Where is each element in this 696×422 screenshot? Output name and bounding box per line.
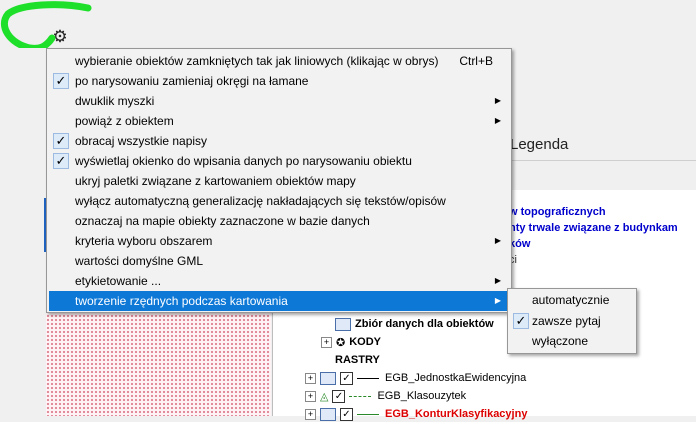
menu-item-rotate-labels[interactable]: ✓ obracaj wszystkie napisy (49, 131, 509, 151)
check-icon (53, 113, 69, 129)
submenu-arrow-icon: ▶ (494, 276, 501, 285)
check-icon (513, 292, 529, 308)
submenu-arrow-icon: ▶ (494, 116, 501, 125)
tab-header: Legenda (500, 130, 696, 161)
layer-text: w topograficznych (509, 206, 606, 218)
check-icon (53, 273, 69, 289)
expand-icon[interactable]: + (305, 372, 316, 384)
expand-icon[interactable]: + (321, 336, 332, 348)
check-icon (53, 233, 69, 249)
tab-legenda[interactable]: Legenda (510, 136, 568, 153)
check-icon (53, 93, 69, 109)
menu-item-closed-as-linear[interactable]: wybieranie obiektów zamkniętych tak jak … (49, 51, 509, 71)
code-icon: ✪ (336, 336, 346, 349)
submenu-arrow-icon: ▶ (494, 96, 501, 105)
check-icon (53, 253, 69, 269)
menu-item-circles-to-polylines[interactable]: ✓ po narysowaniu zamieniaj okręgi na łam… (49, 71, 509, 91)
menu-item-elevation-creation[interactable]: tworzenie rzędnych podczas kartowania ▶ (49, 291, 509, 311)
tree-row[interactable]: Zbiór danych dla obiektów (335, 316, 494, 332)
check-icon (513, 333, 529, 349)
shortcut-label: Ctrl+B (459, 54, 493, 68)
check-icon (53, 193, 69, 209)
expand-icon[interactable]: + (305, 390, 316, 402)
elevation-submenu: automatycznie ✓ zawsze pytaj wyłączone (507, 288, 637, 354)
menu-item-double-click[interactable]: dwuklik myszki ▶ (49, 91, 509, 111)
layer-text: ków (509, 238, 531, 250)
layer-checkbox[interactable]: ✓ (332, 389, 346, 403)
context-menu: wybieranie obiektów zamkniętych tak jak … (46, 48, 512, 313)
submenu-arrow-icon: ▶ (494, 236, 501, 245)
layer-icon (320, 371, 336, 385)
check-icon (53, 293, 69, 309)
menu-item-area-criteria[interactable]: kryteria wyboru obszarem ▶ (49, 231, 509, 251)
layer-checkbox[interactable]: ✓ (340, 407, 353, 421)
submenu-item-always-ask[interactable]: ✓ zawsze pytaj (510, 311, 634, 331)
tree-row[interactable]: + ✪ KODY (321, 334, 381, 350)
menu-item-labeling[interactable]: etykietowanie ... ▶ (49, 271, 509, 291)
line-symbol (357, 413, 379, 415)
menu-item-link-object[interactable]: powiąż z obiektem ▶ (49, 111, 509, 131)
menu-item-hide-palettes[interactable]: ukryj paletki związane z kartowaniem obi… (49, 171, 509, 191)
check-icon: ✓ (53, 153, 69, 169)
toolbar: ⚙ (0, 0, 696, 48)
layer-text: nty trwale związane z budynkam (509, 222, 678, 234)
line-symbol (357, 377, 379, 379)
check-icon: ✓ (53, 133, 69, 149)
line-symbol (349, 395, 372, 397)
tree-row[interactable]: + ✓ EGB_KonturKlasyfikacyjny (305, 406, 527, 422)
check-icon (53, 53, 69, 69)
layer-icon: ◬ (320, 390, 329, 403)
expand-icon[interactable]: + (305, 408, 316, 420)
layer-checkbox[interactable]: ✓ (340, 371, 353, 385)
tree-row[interactable]: RASTRY (335, 352, 380, 368)
menu-item-disable-generalization[interactable]: wyłącz automatyczną generalizację nakład… (49, 191, 509, 211)
layer-icon (320, 407, 336, 421)
tree-row[interactable]: + ✓ EGB_JednostkaEwidencyjna (305, 370, 526, 386)
dataset-icon (335, 317, 351, 331)
check-icon (53, 173, 69, 189)
menu-item-show-data-dialog[interactable]: ✓ wyświetlaj okienko do wpisania danych … (49, 151, 509, 171)
submenu-item-automatic[interactable]: automatycznie (510, 290, 634, 310)
tree-row[interactable]: + ◬ ✓ EGB_Klasouzytek (305, 388, 466, 404)
check-icon (53, 213, 69, 229)
check-icon: ✓ (513, 313, 529, 329)
submenu-arrow-icon: ▶ (494, 296, 501, 305)
check-icon: ✓ (53, 73, 69, 89)
left-panel (0, 48, 48, 416)
menu-item-gml-defaults[interactable]: wartości domyślne GML (49, 251, 509, 271)
menu-item-mark-selected[interactable]: oznaczaj na mapie obiekty zaznaczone w b… (49, 211, 509, 231)
submenu-item-disabled[interactable]: wyłączone (510, 331, 634, 351)
